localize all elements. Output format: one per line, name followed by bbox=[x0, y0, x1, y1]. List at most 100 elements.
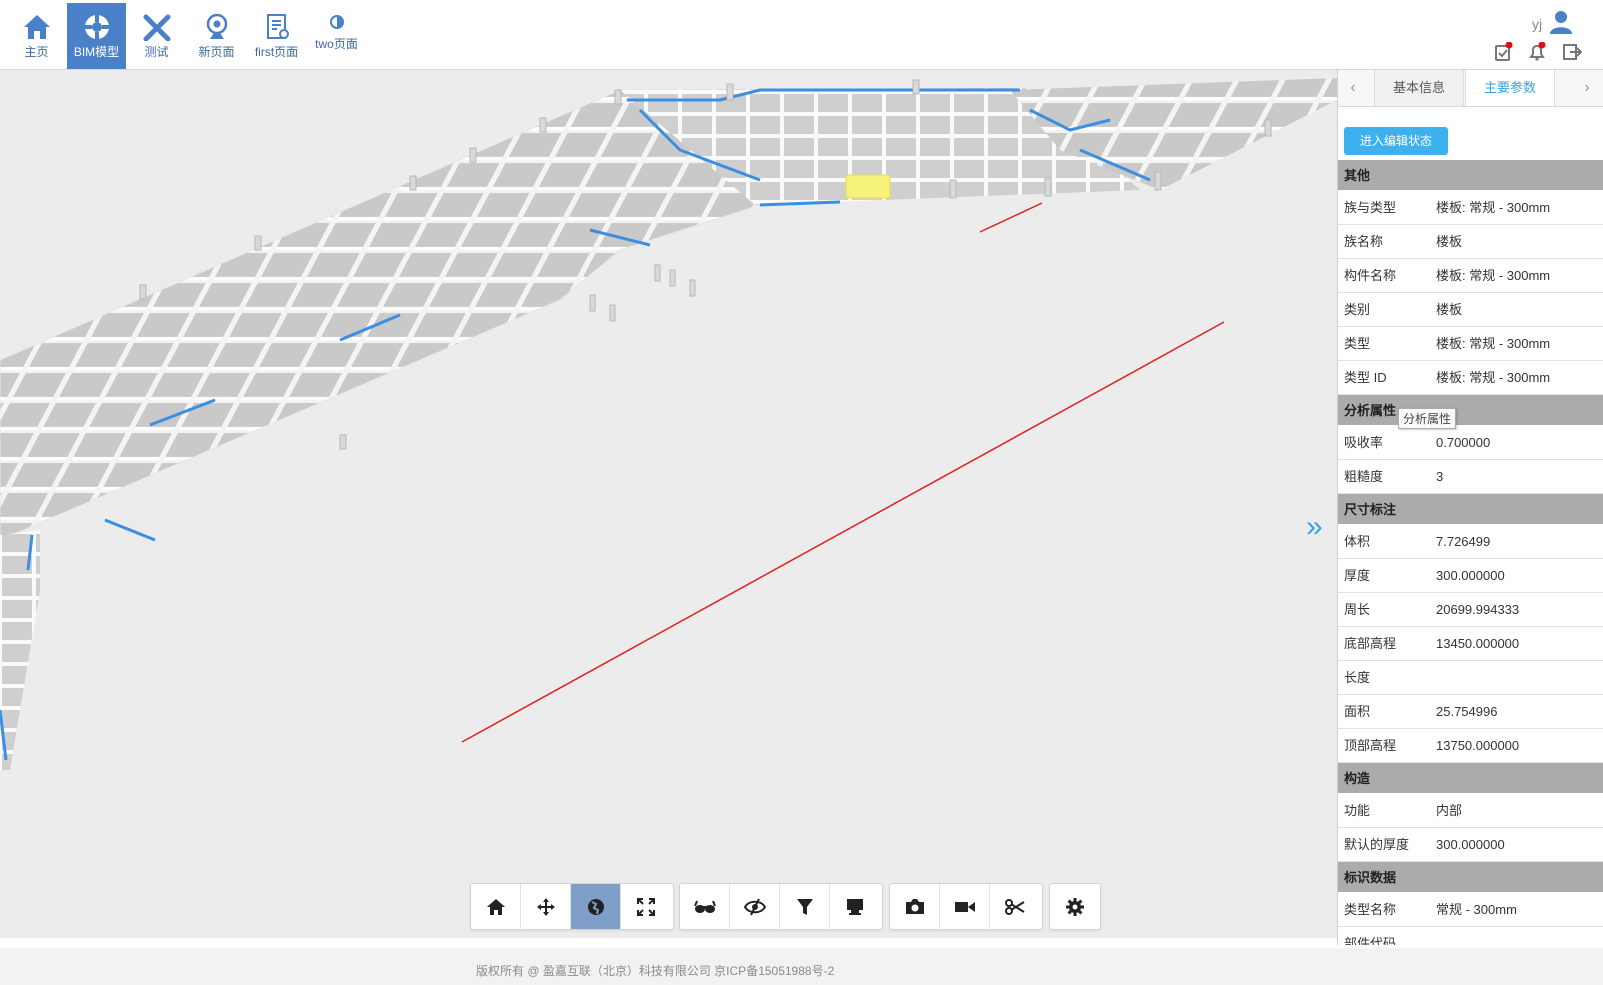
webcam-icon bbox=[206, 13, 227, 39]
property-key: 类型 bbox=[1344, 336, 1371, 351]
property-row: 类别 楼板 bbox=[1338, 293, 1603, 327]
nav-item-first-page[interactable]: first页面 bbox=[247, 3, 306, 69]
property-value: 3 bbox=[1436, 469, 1444, 484]
property-value: 内部 bbox=[1436, 803, 1463, 818]
property-value: 13750.000000 bbox=[1436, 738, 1520, 753]
property-key: 类型名称 bbox=[1344, 902, 1397, 917]
copyright-text: 版权所有 @ 盈嘉互联（北京）科技有限公司 京ICP备15051988号-2 bbox=[476, 964, 835, 978]
property-row: 默认的厚度 300.000000 bbox=[1338, 828, 1603, 862]
fullscreen-button[interactable] bbox=[621, 884, 671, 929]
property-row: 长度 bbox=[1338, 661, 1603, 695]
property-key: 吸收率 bbox=[1344, 435, 1384, 450]
property-key: 构件名称 bbox=[1344, 268, 1397, 283]
lifebuoy-icon bbox=[84, 15, 109, 39]
property-value: 25.754996 bbox=[1436, 704, 1498, 719]
glasses-icon bbox=[693, 900, 716, 913]
property-value: 楼板 bbox=[1436, 302, 1463, 317]
logout-icon[interactable] bbox=[1562, 43, 1582, 61]
filter-icon bbox=[796, 898, 813, 915]
panel-tabs: ‹ 基本信息 主要参数 › bbox=[1338, 70, 1603, 107]
video-icon bbox=[954, 901, 975, 912]
nav-item-label: 测试 bbox=[144, 45, 169, 59]
bim-3d-viewport[interactable]: » bbox=[0, 70, 1337, 938]
property-row: 族名称 楼板 bbox=[1338, 225, 1603, 259]
section-cut-icon bbox=[1005, 898, 1025, 915]
record-button[interactable] bbox=[940, 884, 990, 929]
orbit-globe-icon bbox=[587, 898, 604, 915]
user-avatar-icon[interactable] bbox=[1549, 10, 1573, 34]
property-row: 功能 内部 bbox=[1338, 794, 1603, 828]
property-value: 楼板: 常规 - 300mm bbox=[1436, 268, 1551, 283]
move-button[interactable] bbox=[521, 884, 571, 929]
property-key: 族与类型 bbox=[1344, 200, 1397, 215]
nav-item-label: first页面 bbox=[254, 45, 299, 59]
property-value: 7.726499 bbox=[1436, 534, 1491, 549]
nav-item-bim-model[interactable]: BIM模型 bbox=[67, 3, 126, 69]
axis-line-short bbox=[979, 202, 1043, 233]
property-row: 类型 楼板: 常规 - 300mm bbox=[1338, 327, 1603, 361]
expand-panel-arrow-icon[interactable]: » bbox=[1306, 512, 1323, 542]
property-key: 类别 bbox=[1344, 302, 1371, 317]
home-icon bbox=[23, 15, 50, 39]
settings-icon bbox=[1066, 897, 1084, 916]
property-value: 13450.000000 bbox=[1436, 636, 1520, 651]
user-name: yj bbox=[1532, 16, 1543, 32]
property-key: 族名称 bbox=[1344, 234, 1384, 249]
enter-edit-mode-button[interactable]: 进入编辑状态 bbox=[1344, 127, 1448, 155]
property-section-header[interactable]: 分析属性 bbox=[1338, 395, 1603, 426]
doc-settings-icon bbox=[266, 14, 289, 39]
nav-item-two-page[interactable]: two页面 bbox=[307, 3, 366, 69]
tab-main-params[interactable]: 主要参数 bbox=[1465, 70, 1555, 106]
property-value: 0.700000 bbox=[1436, 435, 1491, 450]
property-section-header[interactable]: 构造 bbox=[1338, 763, 1603, 794]
property-value: 常规 - 300mm bbox=[1436, 902, 1517, 917]
property-key: 功能 bbox=[1344, 803, 1371, 818]
property-value: 20699.994333 bbox=[1436, 602, 1520, 617]
camera-icon bbox=[905, 899, 924, 914]
property-key: 周长 bbox=[1344, 602, 1371, 617]
property-row: 吸收率 0.700000 bbox=[1338, 426, 1603, 460]
nav-item-new-page[interactable]: 新页面 bbox=[187, 3, 246, 69]
screenshot-button[interactable] bbox=[890, 884, 940, 929]
nav-item-test[interactable]: 测试 bbox=[127, 3, 186, 69]
property-value: 300.000000 bbox=[1436, 837, 1505, 852]
nav-item-home[interactable]: 主页 bbox=[7, 3, 66, 69]
tab-scroll-right-icon[interactable]: › bbox=[1572, 70, 1602, 106]
property-row: 顶部高程 13750.000000 bbox=[1338, 729, 1603, 763]
property-section-header[interactable]: 其他 bbox=[1338, 160, 1603, 191]
property-value: 楼板: 常规 - 300mm bbox=[1436, 370, 1551, 385]
property-row: 族与类型 楼板: 常规 - 300mm bbox=[1338, 191, 1603, 225]
toolbar-group-capture bbox=[889, 883, 1043, 930]
hide-button[interactable] bbox=[730, 884, 780, 929]
top-navigation-bar: 主页 BIM模型 测试 新页面 first页面 two页面 yj bbox=[0, 0, 1603, 70]
tab-scroll-left-icon[interactable]: ‹ bbox=[1338, 70, 1368, 106]
filter-button[interactable] bbox=[780, 884, 830, 929]
selected-slab[interactable] bbox=[845, 174, 891, 199]
property-row: 体积 7.726499 bbox=[1338, 525, 1603, 559]
property-value: 楼板: 常规 - 300mm bbox=[1436, 200, 1551, 215]
orbit-button[interactable] bbox=[571, 884, 621, 929]
property-key: 顶部高程 bbox=[1344, 738, 1397, 753]
building-floor-model[interactable] bbox=[0, 70, 1337, 938]
property-key: 厚度 bbox=[1344, 568, 1371, 583]
property-row: 粗糙度 3 bbox=[1338, 460, 1603, 494]
axis-line-long bbox=[461, 321, 1225, 743]
settings-button[interactable] bbox=[1050, 884, 1100, 929]
section-cut-button[interactable] bbox=[990, 884, 1040, 929]
property-section-header[interactable]: 尺寸标注 bbox=[1338, 494, 1603, 525]
property-key: 默认的厚度 bbox=[1344, 837, 1410, 852]
glasses-button[interactable] bbox=[680, 884, 730, 929]
property-section-header[interactable]: 标识数据 bbox=[1338, 862, 1603, 893]
footer: 版权所有 @ 盈嘉互联（北京）科技有限公司 京ICP备15051988号-2 bbox=[0, 948, 1603, 985]
property-key: 体积 bbox=[1344, 534, 1371, 549]
toolbar-group-view-tools bbox=[679, 883, 883, 930]
property-key: 底部高程 bbox=[1344, 636, 1397, 651]
task-clipboard-icon[interactable] bbox=[1493, 42, 1513, 62]
tab-basic-info[interactable]: 基本信息 bbox=[1374, 70, 1464, 106]
property-row: 构件名称 楼板: 常规 - 300mm bbox=[1338, 259, 1603, 293]
property-row: 周长 20699.994333 bbox=[1338, 593, 1603, 627]
bell-icon[interactable] bbox=[1527, 42, 1547, 62]
home-view-button[interactable] bbox=[471, 884, 521, 929]
annotation-button[interactable] bbox=[830, 884, 880, 929]
tooltip: 分析属性 bbox=[1398, 408, 1457, 429]
